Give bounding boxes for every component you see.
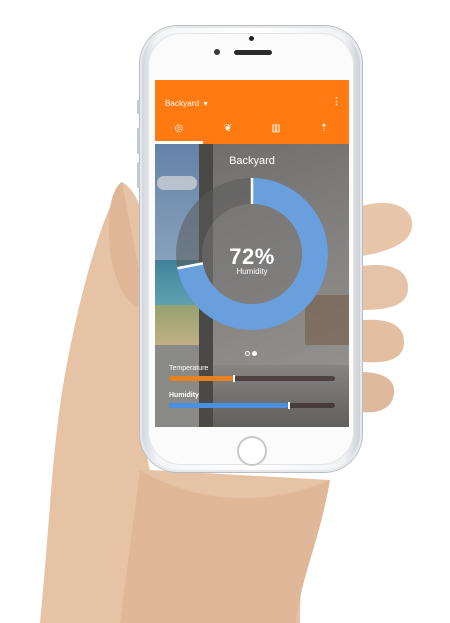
location-selector[interactable]: Backyard ▼ — [165, 99, 209, 108]
leaf-icon: ❦ — [223, 123, 233, 134]
app-header: Backyard ▼ ⋮ ◎ ❦ ▥ ⇡ — [155, 80, 349, 144]
front-camera — [249, 36, 254, 41]
volume-down-button — [137, 162, 140, 188]
earpiece-speaker — [234, 50, 272, 55]
temperature-label: Temperature — [169, 365, 209, 372]
humidity-label: Humidity — [169, 392, 199, 399]
chart-icon: ▥ — [271, 123, 281, 134]
humidity-bar — [169, 402, 335, 409]
gauge-icon: ◎ — [174, 123, 184, 134]
humidity-bar-marker — [287, 402, 290, 409]
volume-up-button — [137, 128, 140, 154]
temperature-bar-marker — [232, 375, 235, 382]
app-screen: Backyard ▼ ⋮ ◎ ❦ ▥ ⇡ Backyard 72% Humidit… — [155, 80, 349, 427]
page-dot-1[interactable] — [245, 351, 250, 356]
more-vertical-icon[interactable]: ⋮ — [332, 97, 341, 106]
humidity-caption: Humidity — [236, 267, 268, 276]
location-label: Backyard — [165, 99, 200, 108]
caret-down-icon: ▼ — [202, 101, 210, 108]
tab-sprinkler[interactable]: ⇡ — [315, 122, 333, 136]
tab-plants[interactable]: ❦ — [219, 122, 237, 136]
tab-dashboard[interactable]: ◎ — [170, 122, 188, 136]
sprinkler-icon: ⇡ — [319, 123, 329, 134]
temperature-bar — [169, 375, 335, 382]
humidity-bar-fill — [169, 403, 289, 408]
zone-title: Backyard — [229, 155, 275, 167]
temperature-bar-fill — [169, 376, 234, 381]
proximity-sensor — [214, 49, 220, 55]
page-indicator[interactable] — [245, 343, 259, 361]
mute-switch — [137, 100, 140, 114]
page-dot-2[interactable] — [252, 351, 257, 356]
home-button[interactable] — [237, 436, 267, 466]
tab-stats[interactable]: ▥ — [267, 122, 285, 136]
